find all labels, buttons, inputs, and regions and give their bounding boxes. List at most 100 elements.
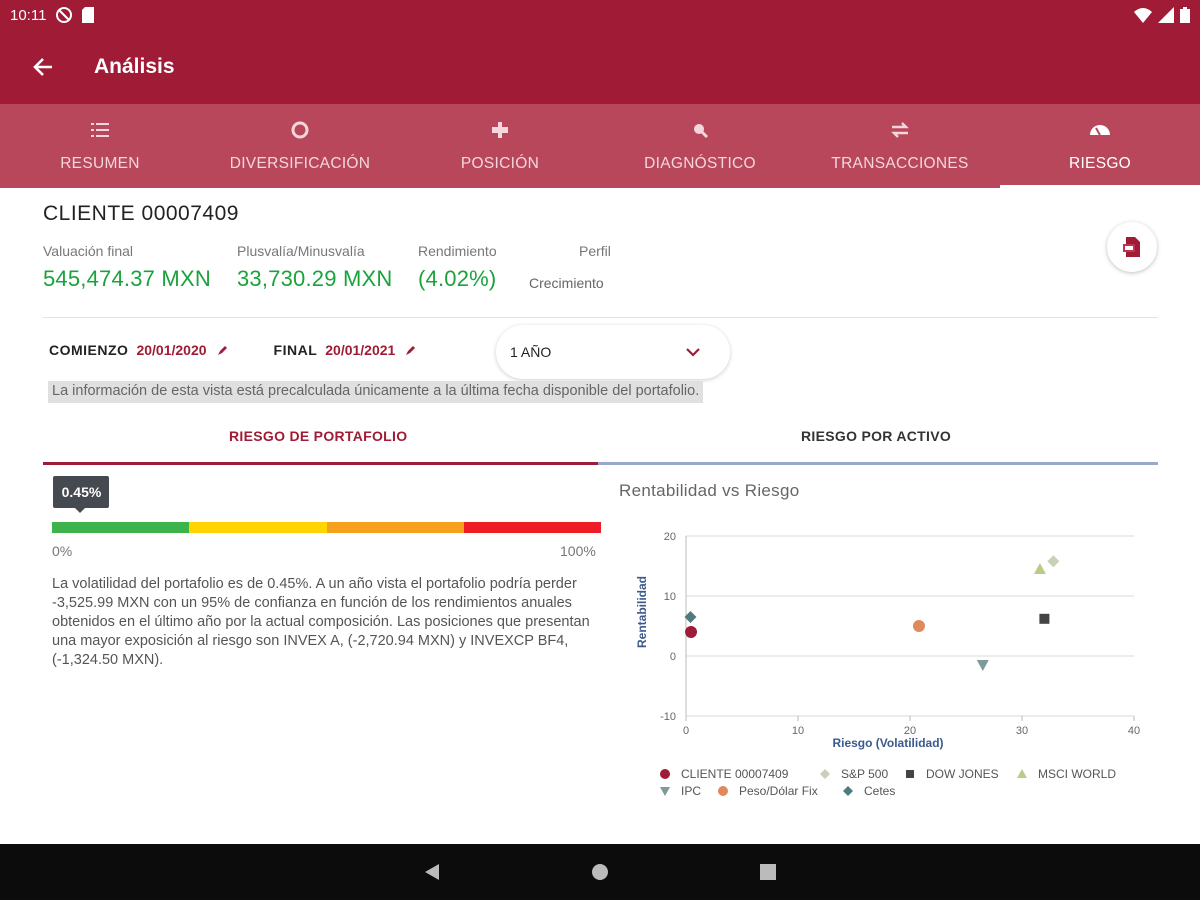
- swap-icon: [891, 122, 909, 138]
- arrow-back-icon: [33, 58, 52, 76]
- legend-marker: [660, 769, 670, 779]
- position-icon: [492, 122, 508, 138]
- tab-diversificacion[interactable]: DIVERSIFICACIÓN: [200, 104, 400, 188]
- donut-icon: [291, 121, 309, 139]
- nav-back-icon[interactable]: [423, 863, 441, 881]
- legend-marker: [1017, 769, 1027, 778]
- info-note: La información de esta vista está precal…: [48, 381, 704, 403]
- period-select-value: 1 AÑO: [510, 344, 552, 360]
- risk-tooltip: 0.45%: [53, 476, 110, 513]
- risk-segment-medium: [189, 522, 327, 533]
- subtab-indicator: [598, 462, 1158, 465]
- plusvalia-label: Plusvalía/Minusvalía: [237, 243, 365, 259]
- period-select[interactable]: 1 AÑO: [496, 325, 730, 379]
- battery-icon: [1180, 7, 1190, 23]
- client-name: CLIENTE 00007409: [43, 202, 239, 225]
- risk-scale-bar: [52, 522, 601, 533]
- tab-label: RIESGO: [1068, 155, 1132, 172]
- legend-marker: [660, 787, 670, 796]
- legend-marker: [820, 769, 830, 779]
- nav-home-icon[interactable]: [591, 863, 609, 881]
- legend-label: S&P 500: [841, 767, 888, 781]
- tab-label: POSICIÓN: [460, 155, 540, 172]
- signal-icon: [1158, 7, 1174, 23]
- tab-transacciones[interactable]: TRANSACCIONES: [800, 104, 1000, 188]
- nav-recents-icon[interactable]: [759, 863, 777, 881]
- x-tick-label: 10: [792, 725, 804, 737]
- tab-diagnostico[interactable]: DIAGNÓSTICO: [600, 104, 800, 188]
- page-title: Análisis: [94, 55, 175, 78]
- risk-segment-low: [52, 522, 190, 533]
- status-bar: 10:11: [0, 0, 1200, 30]
- start-date-label: COMIENZO: [49, 342, 129, 358]
- valuacion-label: Valuación final: [43, 243, 134, 259]
- y-tick-label: 10: [664, 591, 676, 603]
- chevron-down-icon: [686, 348, 700, 357]
- tab-label: DIVERSIFICACIÓN: [229, 155, 371, 172]
- date-range: COMIENZO 20/01/2020 FINAL 20/01/2021: [49, 342, 462, 358]
- risk-segment-very-high: [463, 522, 601, 533]
- valuacion-value: 545,474.37 MXN: [43, 266, 211, 291]
- risk-segment-high: [326, 522, 464, 533]
- legend-label: Cetes: [864, 784, 895, 798]
- rendimiento-label: Rendimiento: [418, 243, 497, 259]
- pdf-export-button[interactable]: [1107, 222, 1157, 272]
- rendimiento-value: (4.02%): [418, 266, 497, 291]
- x-tick-label: 30: [1016, 725, 1028, 737]
- no-disturb-icon: [56, 7, 73, 23]
- wifi-icon: [1134, 8, 1152, 23]
- legend-label: CLIENTE 00007409: [681, 767, 789, 781]
- y-axis-label: Rentabilidad: [635, 576, 649, 648]
- data-point: [1039, 613, 1050, 624]
- divider: [43, 317, 1158, 318]
- x-axis-label: Riesgo (Volatilidad): [832, 736, 943, 750]
- main-tabs: RESUMEN DIVERSIFICACIÓN POSICIÓN DIAGNÓS…: [0, 104, 1200, 188]
- perfil-value: Crecimiento: [529, 275, 604, 291]
- data-point: [976, 660, 989, 671]
- tab-riesgo[interactable]: RIESGO: [1000, 104, 1200, 188]
- data-point: [1047, 555, 1060, 568]
- end-date-label: FINAL: [273, 342, 318, 358]
- magnifier-icon: [694, 124, 709, 139]
- y-tick-label: -10: [660, 711, 676, 723]
- edit-pencil-icon[interactable]: [217, 344, 229, 356]
- legend-label: Peso/Dólar Fix: [739, 784, 818, 798]
- risk-max-label: 100%: [560, 543, 596, 559]
- legend-label: IPC: [681, 784, 701, 798]
- app-bar: Análisis: [0, 30, 1200, 104]
- legend-marker: [718, 786, 728, 796]
- tab-label: RESUMEN: [60, 155, 140, 172]
- plusvalia-value: 33,730.29 MXN: [237, 266, 393, 291]
- data-point: [912, 620, 925, 632]
- sd-card-icon: [82, 7, 95, 23]
- subtab-riesgo-activo[interactable]: RIESGO POR ACTIVO: [801, 428, 951, 444]
- data-point: [1033, 563, 1046, 574]
- legend-label: MSCI WORLD: [1038, 767, 1116, 781]
- tab-posicion[interactable]: POSICIÓN: [400, 104, 600, 188]
- y-tick-label: 20: [664, 531, 676, 543]
- subtab-indicator-active: [43, 462, 598, 465]
- tab-label: DIAGNÓSTICO: [644, 155, 756, 172]
- tab-resumen[interactable]: RESUMEN: [0, 104, 200, 188]
- scatter-chart: -10010200 10 20 30 40Riesgo (Volatilidad)Ren…: [635, 531, 1140, 798]
- tab-label: TRANSACCIONES: [831, 155, 969, 172]
- data-point: [685, 626, 698, 638]
- perfil-label: Perfil: [579, 243, 611, 259]
- chart-title: Rentabilidad vs Riesgo: [619, 481, 800, 500]
- start-date-value[interactable]: 20/01/2020: [136, 342, 206, 358]
- legend-marker: [843, 786, 853, 796]
- y-tick-label: 0: [670, 651, 676, 663]
- back-button[interactable]: [0, 30, 86, 104]
- risk-description: La volatilidad del portafolio es de 0.45…: [52, 576, 590, 668]
- pdf-icon: [1123, 237, 1140, 257]
- gauge-icon: [1090, 125, 1110, 136]
- end-date-value[interactable]: 20/01/2021: [325, 342, 395, 358]
- subtab-riesgo-portafolio[interactable]: RIESGO DE PORTAFOLIO: [229, 428, 407, 444]
- x-tick-label: 40: [1128, 725, 1140, 737]
- list-icon: [91, 123, 109, 137]
- legend-label: DOW JONES: [926, 767, 999, 781]
- edit-pencil-icon[interactable]: [405, 344, 417, 356]
- x-tick-label: 0: [683, 725, 689, 737]
- status-time: 10:11: [10, 6, 47, 24]
- risk-min-label: 0%: [52, 543, 73, 559]
